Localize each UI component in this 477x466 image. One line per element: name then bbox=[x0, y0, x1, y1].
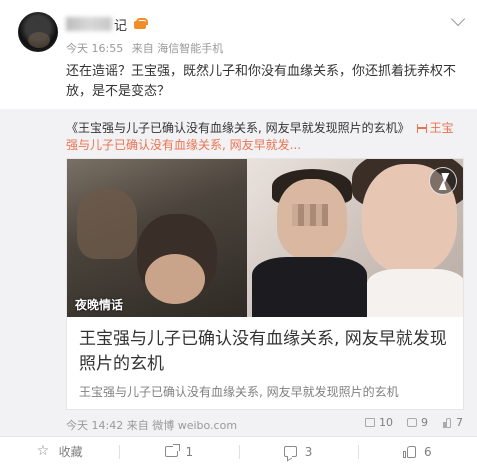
link-icon bbox=[417, 124, 428, 133]
avatar[interactable] bbox=[18, 12, 58, 52]
photo-child-shirt bbox=[252, 257, 367, 317]
repost-quote-text: 《王宝强与儿子已确认没有血缘关系, 网友早就发现照片的玄机》 bbox=[66, 121, 410, 135]
thumbs-up-icon bbox=[403, 445, 417, 458]
share-button[interactable]: 1 bbox=[119, 437, 238, 466]
repost-share-count[interactable]: 10 bbox=[365, 416, 393, 429]
author-name-visible: 记 bbox=[114, 18, 128, 34]
comment-icon bbox=[407, 418, 417, 427]
article-photo[interactable]: 夜晚情话 bbox=[67, 159, 463, 317]
favorite-label: 收藏 bbox=[58, 445, 83, 459]
favorite-button[interactable]: 收藏 bbox=[0, 437, 119, 466]
thumbs-up-icon bbox=[442, 417, 452, 428]
comment-button[interactable]: 3 bbox=[238, 437, 358, 466]
share-icon bbox=[164, 446, 178, 457]
star-icon bbox=[37, 444, 51, 459]
photo-child-left bbox=[145, 254, 205, 304]
photo-watermark: 夜晚情话 bbox=[75, 298, 124, 312]
repost-time[interactable]: 今天 14:42 bbox=[66, 419, 123, 432]
action-bar: 收藏 1 3 6 bbox=[0, 436, 477, 466]
vip-badge-icon bbox=[133, 18, 149, 30]
post-text: 还在造谣？王宝强，既然儿子和你没有血缘关系，你还抓着抚养权不放，是不是变态？ bbox=[66, 64, 457, 99]
repost-comment-count[interactable]: 9 bbox=[407, 416, 428, 429]
repost-like-count[interactable]: 7 bbox=[442, 416, 463, 429]
share-count: 1 bbox=[185, 444, 194, 459]
like-button[interactable]: 6 bbox=[357, 437, 477, 466]
like-count: 6 bbox=[424, 444, 432, 459]
author-name-blurred bbox=[66, 17, 112, 31]
comment-icon bbox=[283, 446, 297, 457]
comment-count: 3 bbox=[304, 444, 313, 459]
post-meta: 今天 16:55 来自 海信智能手机 bbox=[66, 40, 223, 56]
post-source[interactable]: 海信智能手机 bbox=[157, 42, 223, 55]
lightning-icon[interactable] bbox=[429, 167, 457, 195]
repost-quote: 《王宝强与儿子已确认没有血缘关系, 网友早就发现照片的玄机》 王宝强与儿子已确认… bbox=[66, 120, 461, 154]
chevron-down-icon[interactable] bbox=[450, 11, 466, 27]
photo-mosaic bbox=[292, 204, 328, 226]
article-card[interactable]: 夜晚情话 王宝强与儿子已确认没有血缘关系, 网友早就发现照片的玄机 王宝强与儿子… bbox=[66, 158, 464, 410]
repost-actions: 10 9 7 bbox=[365, 416, 463, 429]
article-title[interactable]: 王宝强与儿子已确认没有血缘关系, 网友早就发现照片的玄机 bbox=[79, 327, 457, 377]
repost-meta: 今天 14:42 来自 微博 weibo.com bbox=[66, 417, 237, 433]
post-source-prefix: 来自 bbox=[131, 42, 154, 55]
repost-source[interactable]: 微博 weibo.com bbox=[152, 419, 237, 432]
photo-woman-shirt bbox=[367, 269, 463, 317]
weibo-post-card: 记 今天 16:55 来自 海信智能手机 还在造谣？王宝强，既然儿子和你没有血缘… bbox=[0, 0, 477, 466]
article-subtitle: 王宝强与儿子已确认没有血缘关系, 网友早就发现照片的玄机 bbox=[79, 385, 399, 399]
repost-source-prefix: 来自 bbox=[126, 419, 149, 432]
post-time[interactable]: 今天 16:55 bbox=[66, 42, 123, 55]
author-name[interactable]: 记 bbox=[66, 14, 149, 34]
share-icon bbox=[365, 418, 375, 427]
